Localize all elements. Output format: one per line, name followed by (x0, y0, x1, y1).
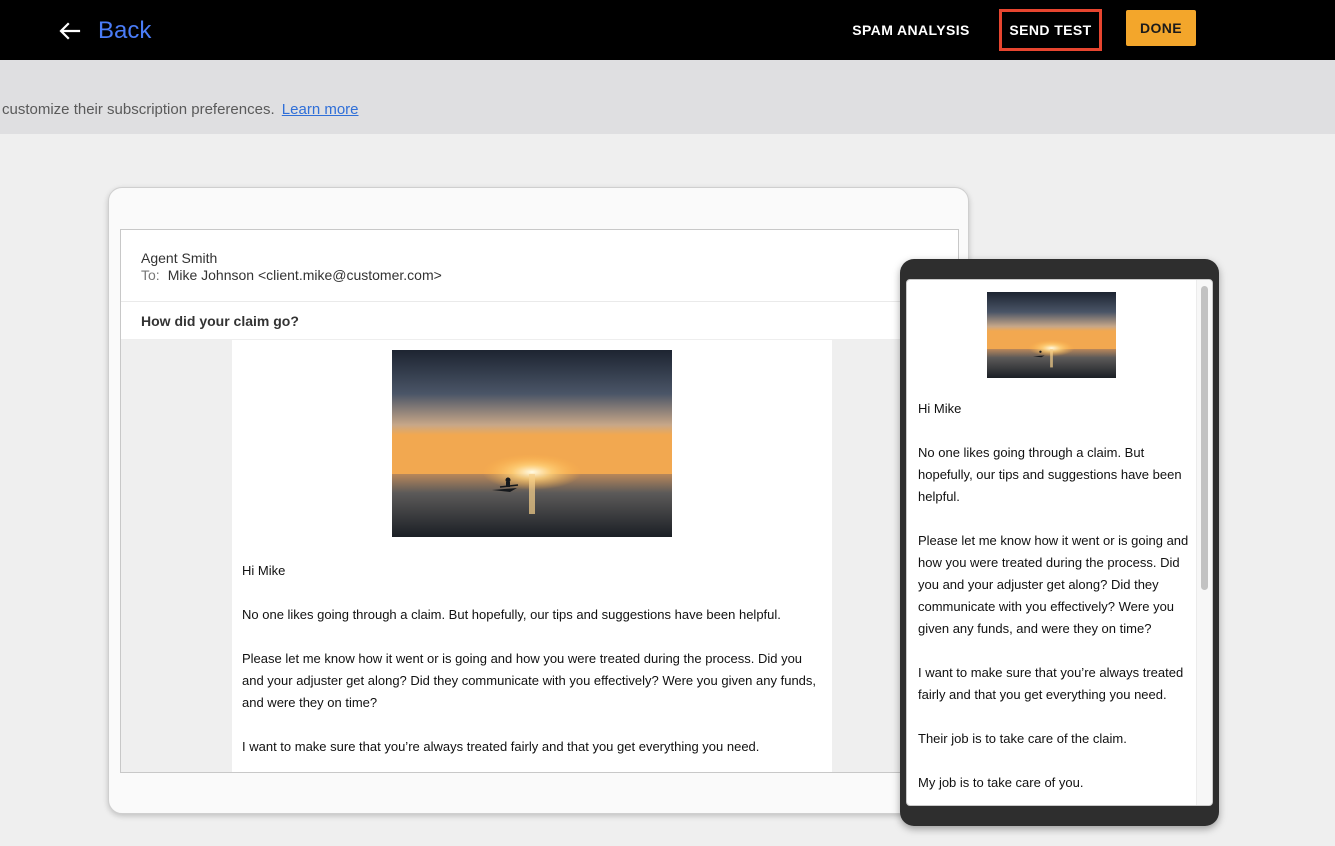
email-subject: How did your claim go? (121, 302, 958, 340)
learn-more-link[interactable]: Learn more (282, 101, 359, 118)
mobile-paragraph: Their job is to take care of the claim. (918, 731, 1127, 746)
mobile-greeting: Hi Mike (918, 401, 962, 416)
kayak-sunset-image (392, 350, 672, 537)
mobile-paragraph: No one likes going through a claim. But … (918, 445, 1182, 504)
arrow-left-icon (59, 22, 81, 40)
mobile-preview: Hi Mike No one likes going through a cla… (900, 259, 1219, 826)
email-from: Agent Smith (141, 250, 218, 266)
mobile-paragraph: I want to make sure that you’re always t… (918, 665, 1184, 702)
email-paragraph: I want to make sure that you’re always t… (242, 739, 760, 754)
email-window: Agent Smith To: Mike Johnson <client.mike… (120, 229, 959, 773)
email-to-row: To: Mike Johnson <client.mike@customer.co… (141, 267, 938, 283)
subscription-notice: customize their subscription preferences… (0, 60, 1335, 134)
email-body: Hi Mike No one likes going through a cla… (232, 340, 832, 772)
mobile-scrollbar-thumb[interactable] (1201, 286, 1208, 590)
desktop-preview: Agent Smith To: Mike Johnson <client.mike… (108, 187, 969, 814)
email-to-label: To: (141, 267, 160, 283)
spam-analysis-button[interactable]: SPAM ANALYSIS (846, 10, 976, 50)
email-canvas: Hi Mike No one likes going through a cla… (121, 340, 958, 772)
email-to: Mike Johnson <client.mike@customer.com> (167, 267, 442, 283)
email-paragraph: Please let me know how it went or is goi… (242, 651, 817, 710)
email-paragraph: No one likes going through a claim. But … (242, 607, 781, 622)
mobile-paragraph: My job is to take care of you. (918, 775, 1084, 790)
email-header: Agent Smith To: Mike Johnson <client.mike… (121, 230, 958, 302)
notice-text: customize their subscription preferences… (2, 101, 275, 118)
back-button[interactable]: Back (58, 14, 151, 48)
kayak-sunset-image-mobile (987, 292, 1116, 378)
mobile-screen[interactable]: Hi Mike No one likes going through a cla… (906, 279, 1213, 806)
done-button[interactable]: DONE (1126, 10, 1196, 46)
email-greeting: Hi Mike (242, 563, 286, 578)
send-test-button[interactable]: SEND TEST (999, 9, 1102, 51)
mobile-scrollbar[interactable] (1196, 280, 1212, 805)
mobile-body-text: Hi Mike No one likes going through a cla… (918, 398, 1190, 805)
mobile-paragraph: Please let me know how it went or is goi… (918, 533, 1189, 636)
hero-image-art (392, 350, 672, 537)
email-body-text: Hi Mike No one likes going through a cla… (242, 560, 822, 772)
notice-text-row: customize their subscription preferences… (2, 101, 359, 118)
back-label: Back (98, 17, 152, 44)
hero-image-art-mobile (987, 292, 1116, 378)
top-bar: Back SPAM ANALYSIS SEND TEST DONE (0, 0, 1335, 60)
